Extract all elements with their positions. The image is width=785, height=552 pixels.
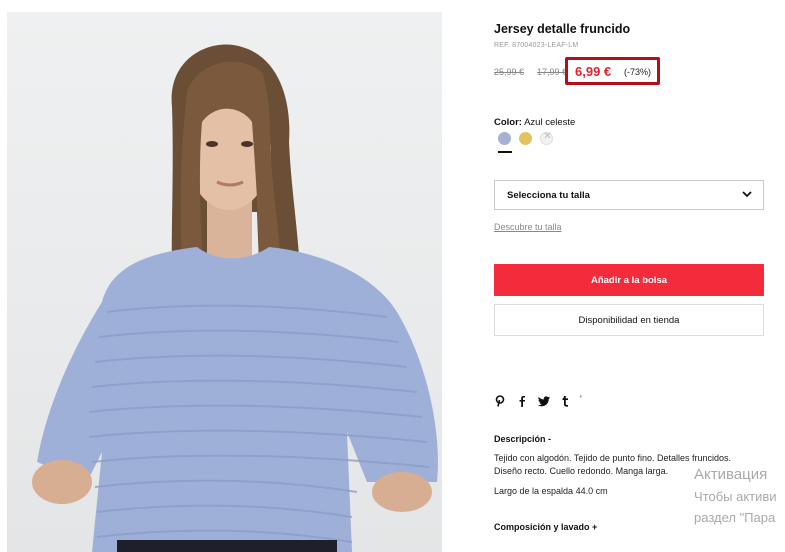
composition-toggle[interactable]: Composición y lavado + [494,522,597,532]
more-share-indicator: ' [580,394,582,404]
original-price: 25,99 € [494,67,525,77]
description-line: Diseño recto. Cuello redondo. Manga larg… [494,466,669,476]
description-length: Largo de la espalda 44.0 cm [494,486,608,496]
product-image[interactable] [7,12,442,552]
color-swatch-blue[interactable] [498,132,511,145]
pinterest-icon[interactable] [495,394,505,408]
size-guide-link[interactable]: Descubre tu talla [494,222,562,232]
color-value: Azul celeste [524,117,576,128]
description-line: Tejido con algodón. Tejido de punto fino… [494,453,731,463]
add-to-bag-button[interactable]: Añadir a la bolsa [494,264,764,296]
color-swatch-yellow[interactable] [519,132,532,145]
tumblr-icon[interactable] [561,394,569,408]
twitter-icon[interactable] [538,394,550,408]
current-price: 6,99 € [575,64,612,79]
facebook-icon[interactable] [518,394,526,408]
activation-watermark-title: Активация [694,466,768,483]
chevron-down-icon [742,191,752,198]
model-photo-illustration [32,44,438,552]
discount-badge: (-73%) [624,67,652,77]
size-select[interactable]: Selecciona tu talla [494,180,764,210]
product-title: Jersey detalle fruncido [494,22,631,36]
product-reference: REF. 87004023-LEAF-LM [494,42,579,49]
selected-swatch-indicator [498,151,512,153]
activation-watermark-text: Чтобы активи [694,489,777,504]
activation-watermark-text: раздел "Пара [694,510,776,525]
color-label-prefix: Color: [494,117,522,128]
store-availability-button[interactable]: Disponibilidad en tienda [494,304,764,336]
size-select-label: Selecciona tu talla [507,190,590,201]
unavailable-icon: ✕ [543,131,552,142]
previous-price: 17,99 € [537,67,568,77]
color-swatch-unavailable[interactable]: ✕ [540,131,553,145]
description-toggle[interactable]: Descripción - [494,434,551,444]
color-label: Color: Azul celeste [494,117,575,128]
